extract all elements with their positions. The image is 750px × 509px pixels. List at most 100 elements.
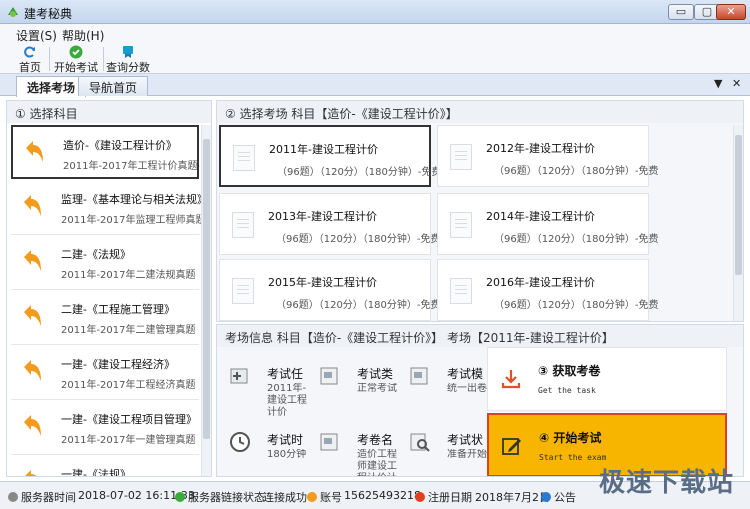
toolbar-divider <box>49 47 50 71</box>
exam-name: 2015年-建设工程计价 <box>268 276 377 289</box>
query-score-label: 查询分数 <box>106 61 150 74</box>
start-exam-button[interactable]: 开始考试 <box>54 45 104 75</box>
subject-desc: 2011年-2017年二建管理真题 <box>61 325 196 336</box>
exam-detail: （96题）（120分）（180分钟）-免费 <box>494 166 659 177</box>
scroll-thumb[interactable] <box>203 139 210 439</box>
window-title: 建考秘典 <box>24 7 73 21</box>
subject-scrollbar[interactable] <box>201 125 211 476</box>
orange-arrow-icon <box>24 415 41 436</box>
register-status: 注册日期 <box>415 489 472 505</box>
scroll-thumb[interactable] <box>735 135 742 275</box>
menu-settings[interactable]: 设置(S) <box>16 27 57 44</box>
orange-arrow-icon <box>24 250 41 271</box>
info-label: 考试类 <box>357 367 394 381</box>
edit-icon <box>502 438 521 455</box>
register-value: 2018年7月2日 <box>475 491 550 504</box>
account-label: 账号 <box>320 491 342 504</box>
tab-bar: 选择考场 导航首页 ▼ ✕ <box>0 74 750 97</box>
subject-name: 二建-《工程施工管理》 <box>61 303 175 316</box>
info-label: 考卷名 <box>357 433 394 447</box>
connection-label: 服务器链接状态 <box>188 491 265 504</box>
document-icon <box>232 278 254 304</box>
subject-item[interactable]: 监理-《基本理论与相关法规》 2011年-2017年监理工程师真题 <box>11 181 208 235</box>
exam-scrollbar[interactable] <box>733 125 743 321</box>
exam-card[interactable]: 2013年-建设工程计价 （96题）（120分）（180分钟）-免费 <box>219 193 441 255</box>
connection-value: 连接成功 <box>263 491 307 504</box>
menu-help[interactable]: 帮助(H) <box>62 27 104 44</box>
tab-nav-home[interactable]: 导航首页 <box>78 76 149 96</box>
start-exam-label: 开始考试 <box>54 61 98 74</box>
exam-info-panel: 考场信息 科目【造价-《建设工程计价》】 考场【2011年-建设工程计价】 考试… <box>216 324 744 477</box>
exam-detail: （96题）（120分）（180分钟）-免费 <box>494 300 659 311</box>
info-value: 180分钟 <box>267 449 307 460</box>
notice-status[interactable]: 公告 <box>541 489 576 505</box>
subject-desc: 2011年-2017年工程计价真题 <box>63 161 198 172</box>
toolbar: 首页 开始考试 查询分数 <box>0 44 750 74</box>
get-task-button[interactable]: ③ 获取考卷 Get the task <box>487 347 727 411</box>
orange-arrow-icon <box>24 305 41 326</box>
image-doc-icon <box>320 433 338 451</box>
subject-item[interactable]: 二建-《法规》 2011年-2017年二建法规真题 <box>11 236 199 290</box>
info-value: 准备开始 <box>447 449 487 460</box>
info-icon <box>415 492 425 502</box>
get-task-subtitle: Get the task <box>538 386 596 395</box>
clock-icon <box>8 492 18 502</box>
exam-name: 2012年-建设工程计价 <box>486 142 595 155</box>
get-task-title: ③ 获取考卷 <box>538 364 601 378</box>
document-icon <box>232 212 254 238</box>
info-label: 考试任 <box>267 367 304 381</box>
image-doc-icon <box>410 367 428 385</box>
subject-header: ① 选择科目 <box>7 101 211 123</box>
subject-item[interactable]: 一建-《建设工程项目管理》 2011年-2017年一建管理真题 <box>11 401 199 455</box>
exam-detail: （96题）（120分）（180分钟）-免费 <box>277 167 442 178</box>
subject-name: 二建-《法规》 <box>61 248 131 261</box>
toolbar-divider <box>103 47 104 71</box>
exam-card[interactable]: 2015年-建设工程计价 （96题）（120分）（180分钟）-免费 <box>219 259 441 321</box>
document-icon <box>450 144 472 170</box>
exam-detail: （96题）（120分）（180分钟）-免费 <box>276 300 441 311</box>
add-list-icon <box>230 368 248 384</box>
exam-info-header: 考场信息 科目【造价-《建设工程计价》】 考场【2011年-建设工程计价】 <box>217 325 743 347</box>
subject-name: 造价-《建设工程计价》 <box>63 139 177 152</box>
home-button[interactable]: 首页 <box>16 45 50 75</box>
exam-card[interactable]: 2016年-建设工程计价 （96题）（120分）（180分钟）-免费 <box>437 259 659 321</box>
minimize-button[interactable]: ▭ <box>668 4 694 20</box>
subject-name: 一建-《建设工程项目管理》 <box>61 413 197 426</box>
server-time-label: 服务器时间 <box>21 491 76 504</box>
home-label: 首页 <box>19 61 41 74</box>
exam-name: 2011年-建设工程计价 <box>269 143 378 156</box>
subject-panel: ① 选择科目 造价-《建设工程计价》 2011年-2017年工程计价真题 监理-… <box>6 100 212 477</box>
subject-item[interactable]: 二建-《工程施工管理》 2011年-2017年二建管理真题 <box>11 291 199 345</box>
search-doc-icon <box>410 433 430 452</box>
subject-item[interactable]: 造价-《建设工程计价》 2011年-2017年工程计价真题 <box>11 125 199 179</box>
tab-close-icon[interactable]: ✕ <box>732 77 741 90</box>
subject-item[interactable]: 一建-《法规》 <box>11 456 199 476</box>
document-icon <box>450 212 472 238</box>
info-paper-name: 考卷名 造价工程师建设工程计价计价 <box>319 427 403 476</box>
subject-desc: 2011年-2017年监理工程师真题 <box>61 215 206 226</box>
info-label: 考试状 <box>447 433 484 447</box>
query-score-button[interactable]: 查询分数 <box>106 45 150 75</box>
subject-item[interactable]: 一建-《建设工程经济》 2011年-2017年工程经济真题 <box>11 346 199 400</box>
clock-icon <box>230 432 250 452</box>
info-value: 2011年-建设工程计价 <box>267 383 307 418</box>
subject-desc: 2011年-2017年二建法规真题 <box>61 270 196 281</box>
tab-menu-icon[interactable]: ▼ <box>714 77 722 90</box>
connection-status: 服务器链接状态 <box>175 489 265 505</box>
exam-detail: （96题）（120分）（180分钟）-免费 <box>276 234 441 245</box>
exam-card[interactable]: 2014年-建设工程计价 （96题）（120分）（180分钟）-免费 <box>437 193 659 255</box>
start-exam-title: ④ 开始考试 <box>539 431 602 445</box>
subject-name: 一建-《建设工程经济》 <box>61 358 175 371</box>
exam-card[interactable]: 2011年-建设工程计价 （96题）（120分）（180分钟）-免费 <box>219 125 442 187</box>
subject-desc: 2011年-2017年一建管理真题 <box>61 435 196 446</box>
account-value: 15625493218 <box>344 489 421 502</box>
document-icon <box>450 278 472 304</box>
close-button[interactable]: ✕ <box>716 4 746 20</box>
tab-select-exam[interactable]: 选择考场 <box>16 76 87 97</box>
orange-arrow-icon <box>24 360 41 381</box>
exam-card[interactable]: 2012年-建设工程计价 （96题）（120分）（180分钟）-免费 <box>437 125 659 187</box>
subject-desc: 2011年-2017年工程经济真题 <box>61 380 196 391</box>
document-icon <box>233 145 255 171</box>
user-icon <box>307 492 317 502</box>
cloud-icon <box>175 492 185 502</box>
